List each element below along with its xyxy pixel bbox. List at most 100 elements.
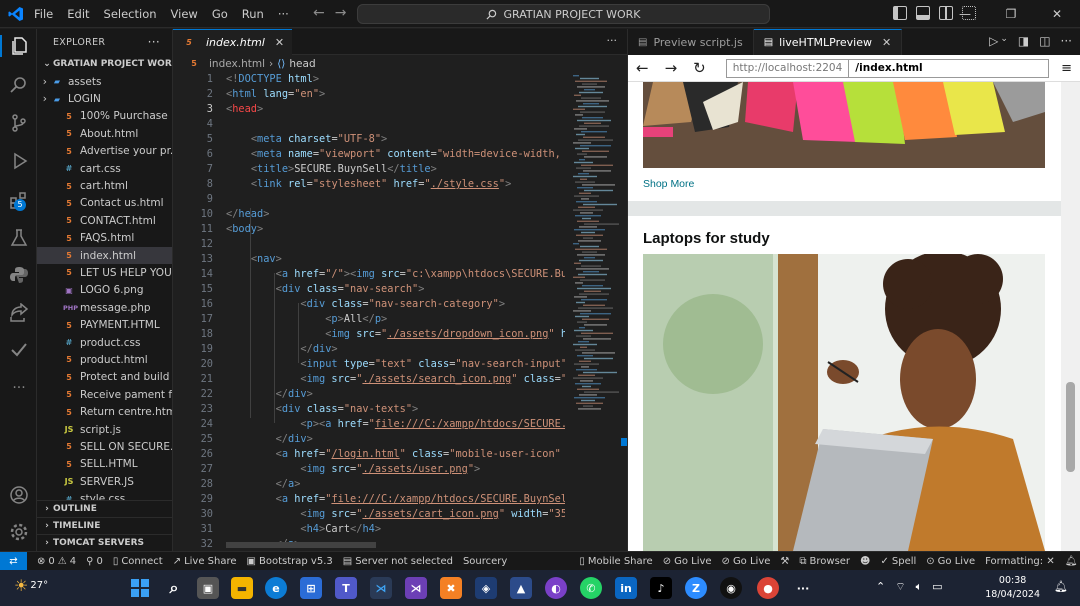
status-bootstrap[interactable]: ▣ Bootstrap v5.3 (247, 556, 333, 567)
search-activity-icon[interactable] (8, 74, 30, 96)
python-icon[interactable] (8, 264, 30, 286)
status-mobile-share[interactable]: ▯ Mobile Share (579, 556, 652, 567)
tree-item[interactable]: 5 Return centre.html (37, 403, 172, 420)
minimap[interactable] (571, 73, 621, 551)
toggle-primary-sidebar-icon[interactable] (893, 6, 907, 20)
tree-item[interactable]: 5 index.html (37, 246, 172, 265)
start-button[interactable] (129, 577, 151, 599)
tiktok-icon[interactable]: ♪ (650, 577, 672, 599)
check-icon[interactable] (8, 339, 30, 361)
status-server[interactable]: ▤ Server not selected (343, 556, 453, 567)
breadcrumb-file[interactable]: index.html (209, 58, 265, 70)
tree-item[interactable]: 5 PAYMENT.HTML (37, 316, 172, 333)
tree-item[interactable]: 5 Advertise your pr... (37, 143, 172, 160)
tree-item[interactable]: 5 Contact us.html (37, 195, 172, 212)
tree-item[interactable]: 5 About.html (37, 125, 172, 142)
tree-item[interactable]: 5 cart.html (37, 177, 172, 194)
vscode-taskbar-icon[interactable]: ⋊ (370, 577, 392, 599)
clock[interactable]: 00:38 18/04/2024 (985, 574, 1040, 602)
tree-item[interactable]: 5 100% Puurchase ... (37, 108, 172, 125)
tree-item[interactable]: 5 SELL ON SECURE.... (37, 438, 172, 455)
back-arrow-icon[interactable]: ← (313, 5, 325, 21)
menu-more[interactable]: ··· (278, 7, 289, 21)
status-live-share[interactable]: ↗ Live Share (173, 556, 237, 567)
tray-overflow-icon[interactable]: ⌃ (876, 580, 885, 594)
outline-section[interactable]: › OUTLINE (37, 500, 172, 517)
url-bar[interactable]: http://localhost:2204 /index.html (725, 58, 1050, 78)
accounts-icon[interactable] (8, 484, 30, 506)
tree-item[interactable]: › ▰ assets (37, 73, 172, 90)
tree-item[interactable]: PHP message.php (37, 299, 172, 316)
source-control-icon[interactable] (8, 112, 30, 134)
close-icon[interactable]: ✕ (1034, 0, 1080, 28)
tree-item[interactable]: ▣ LOGO 6.png (37, 282, 172, 299)
browser-back-icon[interactable]: ← (636, 59, 649, 77)
code-area[interactable]: 1 <!DOCTYPE html> 2 <html lang="en"> 3 <head>… (173, 73, 565, 551)
taskbar-search-icon[interactable]: ⌕ (163, 577, 185, 599)
tomcat-servers-section[interactable]: › TOMCAT SERVERS (37, 534, 172, 551)
tree-item[interactable]: 5 LET US HELP YOU... (37, 264, 172, 281)
shop-more-link[interactable]: Shop More (643, 178, 694, 190)
netbeans-icon[interactable]: ◈ (475, 577, 497, 599)
menu-file[interactable]: File (34, 7, 53, 21)
timeline-section[interactable]: › TIMELINE (37, 517, 172, 534)
status-go-live-1[interactable]: ⊘ Go Live (663, 556, 712, 567)
close-tab-icon[interactable]: ✕ (882, 36, 891, 49)
github-icon[interactable]: ◉ (720, 577, 742, 599)
editor-more-icon[interactable]: ··· (607, 34, 618, 47)
ports-indicator[interactable]: ⚲ 0 (86, 556, 103, 567)
app-icon[interactable]: ▲ (510, 577, 532, 599)
menu-run[interactable]: Run (242, 7, 264, 21)
remote-indicator-icon[interactable]: ⇄ (0, 551, 27, 571)
tree-item[interactable]: 5 product.html (37, 351, 172, 368)
run-debug-icon[interactable] (8, 150, 30, 172)
tree-item[interactable]: # cart.css (37, 160, 172, 177)
tree-item[interactable]: 5 Receive pament f... (37, 386, 172, 403)
xampp-icon[interactable]: ✖ (440, 577, 462, 599)
status-spell[interactable]: ✓ Spell (880, 556, 916, 567)
status-go-live-3[interactable]: ⊙ Go Live (926, 556, 975, 567)
teams-icon[interactable]: T (335, 577, 357, 599)
forward-arrow-icon[interactable]: → (335, 5, 347, 21)
breadcrumb-symbol[interactable]: head (289, 58, 315, 70)
tree-item[interactable]: JS script.js (37, 421, 172, 438)
browser-menu-icon[interactable]: ≡ (1061, 61, 1072, 76)
tab-live-html-preview[interactable]: ▤ liveHTMLPreview ✕ (753, 29, 903, 55)
tree-item[interactable]: 5 CONTACT.html (37, 212, 172, 229)
tree-item[interactable]: 5 Protect and build ... (37, 369, 172, 386)
linkedin-icon[interactable]: in (615, 577, 637, 599)
tree-item[interactable]: JS SERVER.JS (37, 473, 172, 490)
scroll-thumb[interactable] (1066, 382, 1075, 472)
taskbar-more-icon[interactable]: ··· (792, 577, 814, 599)
status-formatting[interactable]: Formatting: ✕ (985, 556, 1055, 567)
browser-forward-icon[interactable]: → (665, 59, 678, 77)
tab-preview-script[interactable]: ▤ Preview script.js (628, 29, 754, 55)
task-view-icon[interactable]: ▣ (197, 577, 219, 599)
preview-scrollbar[interactable] (1061, 82, 1080, 551)
tree-item[interactable]: 5 SELL.HTML (37, 456, 172, 473)
live-share-icon[interactable] (8, 302, 30, 324)
weather-widget[interactable]: ☀ 27° (14, 576, 48, 595)
edge-icon[interactable]: e (265, 577, 287, 599)
testing-icon[interactable] (8, 227, 30, 249)
battery-icon[interactable]: ▭ (932, 580, 942, 594)
notifications-icon[interactable]: 🔔︎ (1065, 556, 1078, 567)
chrome-icon[interactable]: ● (757, 577, 779, 599)
command-center[interactable]: GRATIAN PROJECT WORK (357, 4, 770, 24)
file-explorer-icon[interactable]: ▬ (231, 577, 253, 599)
github-desktop-icon[interactable]: ◐ (545, 577, 567, 599)
split-editor-icon[interactable]: ◫ (1039, 34, 1050, 48)
status-copilot[interactable]: ☻ (860, 556, 870, 567)
volume-icon[interactable]: 🔈︎ (916, 580, 923, 594)
menu-edit[interactable]: Edit (67, 7, 89, 21)
status-sourcery[interactable]: Sourcery (463, 556, 507, 567)
status-connect[interactable]: ▯ Connect (113, 556, 163, 567)
whatsapp-icon[interactable]: ✆ (580, 577, 602, 599)
reload-icon[interactable]: ↻ (693, 59, 706, 77)
notification-bell-icon[interactable]: 🔔︎ (1054, 580, 1068, 593)
menu-go[interactable]: Go (212, 7, 228, 21)
status-browser[interactable]: ⧉ Browser (799, 556, 850, 567)
tree-item[interactable]: # product.css (37, 334, 172, 351)
toggle-panel-icon[interactable] (916, 6, 930, 20)
zoom-icon[interactable]: Z (685, 577, 707, 599)
